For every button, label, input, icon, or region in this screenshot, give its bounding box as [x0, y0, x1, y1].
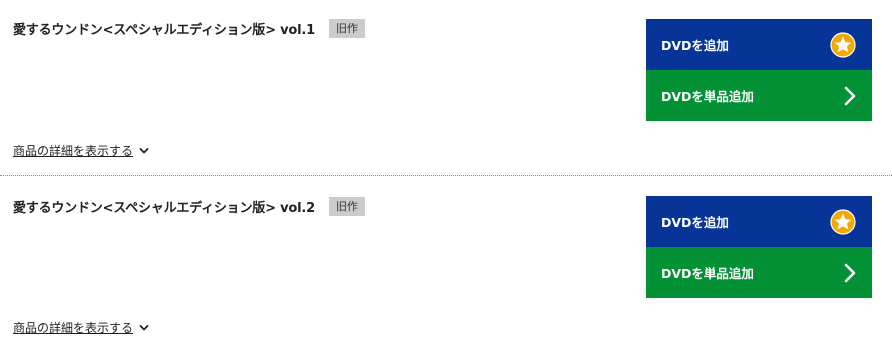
chevron-down-icon [139, 147, 149, 155]
star-icon [830, 208, 856, 235]
product-item: 愛するウンドン<スペシャルエディション版> vol.1 旧作 DVDを追加 DV… [0, 0, 892, 176]
add-dvd-button[interactable]: DVDを追加 [646, 196, 872, 247]
show-details-label: 商品の詳細を表示する [13, 144, 134, 158]
add-dvd-label: DVDを追加 [661, 215, 729, 230]
add-single-dvd-button[interactable]: DVDを単品追加 [646, 70, 872, 121]
show-details-link[interactable]: 商品の詳細を表示する [13, 319, 149, 336]
product-title-row: 愛するウンドン<スペシャルエディション版> vol.2 旧作 [13, 197, 365, 216]
old-release-badge: 旧作 [328, 197, 365, 216]
chevron-right-icon [844, 263, 856, 283]
product-title: 愛するウンドン<スペシャルエディション版> vol.2 [13, 201, 315, 216]
add-single-dvd-label: DVDを単品追加 [661, 89, 754, 104]
show-details-label: 商品の詳細を表示する [13, 321, 134, 335]
add-single-dvd-button[interactable]: DVDを単品追加 [646, 247, 872, 298]
chevron-down-icon [139, 324, 149, 332]
product-actions: DVDを追加 DVDを単品追加 [646, 196, 872, 298]
product-actions: DVDを追加 DVDを単品追加 [646, 19, 872, 121]
chevron-right-icon [844, 86, 856, 106]
show-details-link[interactable]: 商品の詳細を表示する [13, 142, 149, 159]
product-item: 愛するウンドン<スペシャルエディション版> vol.2 旧作 DVDを追加 DV… [0, 176, 892, 347]
add-single-dvd-label: DVDを単品追加 [661, 266, 754, 281]
old-release-badge: 旧作 [328, 19, 365, 38]
star-icon [830, 31, 856, 58]
product-title: 愛するウンドン<スペシャルエディション版> vol.1 [13, 23, 315, 38]
add-dvd-label: DVDを追加 [661, 38, 729, 53]
product-title-row: 愛するウンドン<スペシャルエディション版> vol.1 旧作 [13, 19, 365, 38]
add-dvd-button[interactable]: DVDを追加 [646, 19, 872, 70]
